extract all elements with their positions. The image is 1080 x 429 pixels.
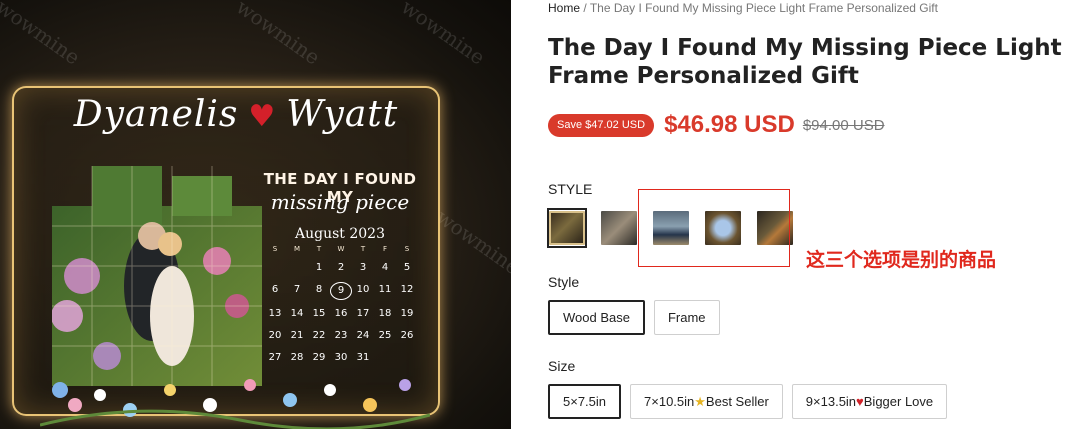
compare-at-price: $94.00 USD — [802, 116, 885, 134]
star-icon: ★ — [694, 393, 706, 409]
size-option-5x7[interactable]: 5×7.5in — [548, 384, 622, 419]
calendar-day: 14 — [290, 308, 304, 319]
calendar-day: 5 — [403, 262, 411, 273]
product-title: The Day I Found My Missing Piece Light F… — [548, 35, 1062, 89]
style-swatch-label: STYLE — [548, 181, 593, 197]
calendar-day: 11 — [378, 284, 392, 295]
calendar-day: 17 — [356, 308, 370, 319]
calendar-weekday: T — [360, 245, 366, 253]
calendar-day: 22 — [312, 330, 326, 341]
calendar-day: 3 — [359, 262, 367, 273]
style-swatch-1[interactable] — [547, 208, 587, 248]
calendar-day: 16 — [334, 308, 348, 319]
breadcrumb: Home / The Day I Found My Missing Piece … — [548, 0, 938, 16]
watermark-text: wowmine — [431, 204, 511, 280]
size-option-text: 7×10.5in — [644, 394, 695, 409]
breadcrumb-home-link[interactable]: Home — [548, 1, 580, 15]
calendar-day: 18 — [378, 308, 392, 319]
calendar-day: 1 — [315, 262, 323, 273]
calendar-day: 10 — [356, 284, 370, 295]
couple-names: Dyanelis ♥ Wyatt — [56, 94, 416, 135]
size-option-text: 9×13.5in — [805, 394, 857, 409]
style-option-frame[interactable]: Frame — [653, 300, 720, 335]
calendar-day: 13 — [268, 308, 282, 319]
calendar-weekday: S — [404, 245, 410, 253]
annotation-text: 这三个选项是别的商品 — [806, 249, 997, 271]
watermark-text: wowmine — [231, 0, 325, 70]
swatch-thumbnail — [601, 211, 637, 245]
size-option-9x13[interactable]: 9×13.5in ♥ Bigger Love — [791, 384, 948, 419]
calendar-weekday: M — [293, 245, 301, 253]
breadcrumb-current: The Day I Found My Missing Piece Light F… — [589, 1, 938, 15]
calendar-day: 26 — [400, 330, 414, 341]
calendar-weekday: S — [272, 245, 278, 253]
watermark-text: wowmine — [0, 0, 85, 70]
swatch-thumbnail — [549, 211, 585, 245]
size-option-label: Size — [548, 358, 576, 374]
name-right: Wyatt — [286, 94, 399, 135]
calendar-grid: S M T W T F S 1 2 3 4 5 6 7 8 9 10 11 12 13 14 15 16 17 18 19 20 21… — [264, 244, 418, 366]
save-badge: Save $47.02 USD — [548, 113, 655, 137]
calendar-month: August 2023 — [295, 226, 385, 242]
heart-icon: ♥ — [856, 394, 864, 409]
calendar-day: 7 — [293, 284, 301, 295]
watermark-text: wowmine — [396, 0, 490, 70]
calendar-day: 23 — [334, 330, 348, 341]
plaque-script-line: missing piece — [270, 190, 410, 214]
calendar-day: 4 — [381, 262, 389, 273]
size-option-group: 5×7.5in 7×10.5in ★ Best Seller 9×13.5in ♥ Bi… — [548, 384, 948, 419]
style-option-group: Wood Base Frame — [548, 300, 720, 335]
style-option-wood-base[interactable]: Wood Base — [548, 300, 645, 335]
calendar-day — [286, 260, 308, 276]
annotation-highlight-box — [638, 189, 790, 267]
calendar-day: 12 — [400, 284, 414, 295]
calendar-day-marked: 9 — [330, 282, 352, 300]
calendar-weekday: F — [382, 245, 388, 253]
calendar-day: 6 — [271, 284, 279, 295]
flower-decoration — [40, 379, 430, 429]
calendar-day: 19 — [400, 308, 414, 319]
calendar-day — [264, 260, 286, 276]
calendar-day: 20 — [268, 330, 282, 341]
size-option-7x10[interactable]: 7×10.5in ★ Best Seller — [630, 384, 783, 419]
name-left: Dyanelis — [73, 94, 239, 135]
size-option-text: 5×7.5in — [563, 394, 607, 409]
calendar-day: 2 — [337, 262, 345, 273]
heart-icon: ♥ — [248, 99, 277, 134]
sale-price: $46.98 USD — [664, 111, 795, 138]
size-option-suffix: Best Seller — [705, 394, 769, 409]
breadcrumb-separator: / — [580, 1, 590, 15]
product-image[interactable]: wowmine wowmine wowmine wowmine Dyanelis… — [0, 0, 511, 429]
style-swatch-2[interactable] — [599, 208, 639, 248]
style-option-label: Style — [548, 274, 580, 290]
calendar-day: 8 — [315, 284, 323, 295]
calendar-day: 15 — [312, 308, 326, 319]
calendar-weekday: W — [337, 245, 345, 253]
calendar-weekday: T — [316, 245, 322, 253]
calendar-day: 25 — [378, 330, 392, 341]
price-row: Save $47.02 USD $46.98 USD $94.00 USD — [548, 110, 885, 140]
calendar-day: 21 — [290, 330, 304, 341]
size-option-suffix: Bigger Love — [863, 394, 934, 409]
calendar-day: 24 — [356, 330, 370, 341]
